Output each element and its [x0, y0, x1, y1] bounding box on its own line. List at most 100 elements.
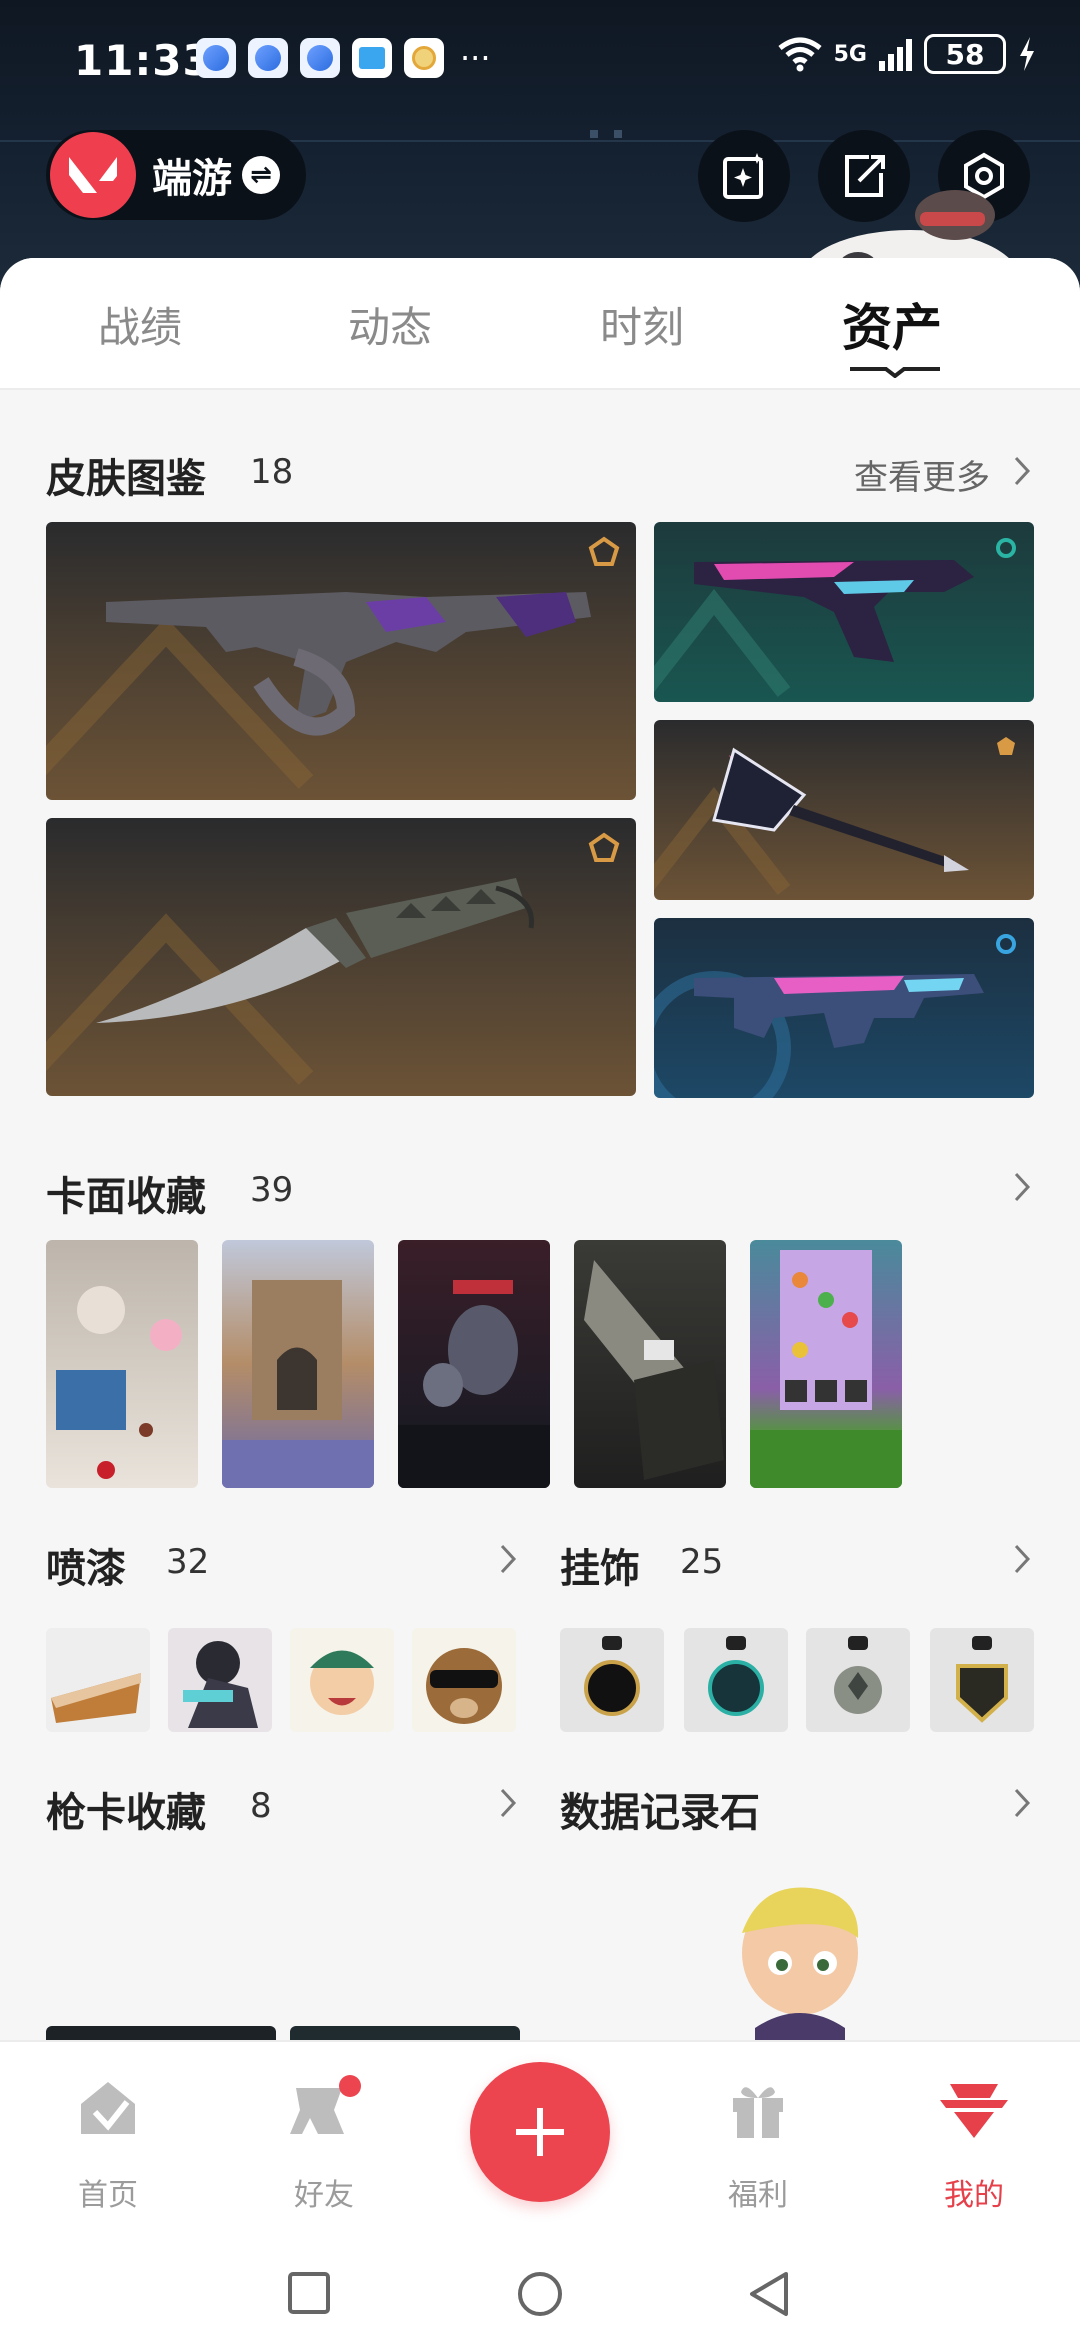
gun-buddy-item[interactable]	[684, 1628, 788, 1732]
melee-skin-image	[654, 747, 969, 895]
player-card[interactable]	[46, 1240, 198, 1488]
gift-icon	[733, 2087, 783, 2138]
valorant-logo-icon	[50, 132, 136, 218]
sparkle-card-icon	[723, 153, 763, 199]
laughing-agent-spray-image	[310, 1650, 374, 1715]
pistol-skin-image	[654, 560, 974, 697]
account-name: 端游	[152, 156, 232, 202]
nav-friends[interactable]	[254, 2074, 394, 2148]
buddy-charm-image	[956, 1636, 1008, 1723]
tab-assets[interactable]: 资产	[842, 288, 942, 360]
knife-skin-image	[46, 878, 535, 1085]
skins-count: 18	[250, 452, 294, 492]
skin-tile-melee[interactable]	[654, 720, 1034, 900]
skin-tile-pistol[interactable]	[654, 522, 1034, 702]
more-notifications-icon: ···	[460, 39, 491, 77]
agent-spray-image	[183, 1641, 258, 1728]
buddy-charm-image	[834, 1636, 882, 1714]
buddy-charm-image	[708, 1636, 764, 1716]
app-notification-icon	[404, 38, 444, 78]
tier-badge-icon	[996, 538, 1016, 558]
data-stone-character-image[interactable]	[720, 1878, 880, 2048]
player-card[interactable]	[750, 1240, 902, 1488]
battery-level: 58	[924, 34, 1006, 74]
signal-icon	[879, 37, 912, 71]
swap-icon: ⇌	[242, 156, 280, 194]
gun-buddy-item[interactable]	[930, 1628, 1034, 1732]
data-stone-section-title: 数据记录石	[560, 1790, 760, 1836]
gun-buddy-item[interactable]	[806, 1628, 910, 1732]
app-notification-icon	[300, 38, 340, 78]
chevron-right-icon[interactable]	[496, 1786, 520, 1820]
book-app-icon	[352, 38, 392, 78]
chevron-right-icon[interactable]	[1010, 1542, 1034, 1576]
gun-buddy-item[interactable]	[560, 1628, 664, 1732]
app-screen: 11:33 ··· 5G 58 端游 ⇌ 战绩 动态 时刻 资产 皮肤图鉴 18…	[0, 0, 1080, 2340]
chevron-right-icon[interactable]	[1010, 454, 1034, 488]
chevron-right-icon[interactable]	[496, 1542, 520, 1576]
highlight-card-button[interactable]	[698, 130, 790, 222]
app-notification-icon	[196, 38, 236, 78]
tier-badge-icon	[588, 832, 620, 862]
profile-agent-icon	[940, 2084, 1008, 2138]
nav-home-label[interactable]: 首页	[38, 2170, 178, 2214]
skins-section-title: 皮肤图鉴	[46, 456, 206, 502]
rifle-skin-image	[46, 592, 591, 789]
gear-card-image	[584, 1260, 724, 1480]
smg-skin-image	[654, 971, 984, 1098]
chevron-right-icon[interactable]	[1010, 1170, 1034, 1204]
nav-friends-label[interactable]: 好友	[254, 2170, 394, 2214]
nav-me[interactable]	[904, 2074, 1044, 2148]
home-icon	[81, 2082, 135, 2134]
tab-feed[interactable]: 动态	[348, 294, 432, 355]
chevron-right-icon[interactable]	[1010, 1786, 1034, 1820]
skins-view-more-link[interactable]: 查看更多	[854, 450, 990, 499]
cards-section-title: 卡面收藏	[46, 1174, 206, 1220]
buddies-section-title: 挂饰	[560, 1546, 640, 1592]
chef-card-image	[56, 1286, 182, 1479]
nav-home[interactable]	[38, 2074, 178, 2148]
network-type: 5G	[833, 41, 867, 67]
player-card[interactable]	[222, 1240, 374, 1488]
skin-tile-knife[interactable]	[46, 818, 636, 1096]
nav-me-label[interactable]: 我的	[904, 2170, 1044, 2214]
sprays-section-title: 喷漆	[46, 1546, 126, 1592]
spray-item[interactable]	[412, 1628, 516, 1732]
wifi-icon	[778, 37, 822, 72]
plush-card-image	[398, 1280, 550, 1488]
player-card[interactable]	[574, 1240, 726, 1488]
tier-badge-icon	[997, 737, 1015, 755]
notification-icons: ···	[196, 38, 491, 78]
create-post-button[interactable]	[470, 2062, 610, 2202]
cards-count: 39	[250, 1170, 294, 1210]
tier-badge-icon	[996, 934, 1016, 954]
bottom-navigation: 首页 好友 福利 我的	[0, 2040, 1080, 2340]
town-card-image	[222, 1280, 374, 1488]
tab-moments[interactable]: 时刻	[600, 294, 684, 355]
tier-badge-icon	[588, 536, 620, 566]
skin-tile-rifle[interactable]	[46, 522, 636, 800]
home-system-button[interactable]	[516, 2270, 564, 2318]
charging-icon	[1020, 37, 1034, 71]
account-switcher[interactable]: 端游 ⇌	[46, 130, 306, 220]
spray-item[interactable]	[46, 1628, 150, 1732]
app-notification-icon	[248, 38, 288, 78]
sprays-count: 32	[166, 1542, 210, 1582]
spray-item[interactable]	[168, 1628, 272, 1732]
buddy-charm-image	[584, 1636, 640, 1716]
nav-benefits-label[interactable]: 福利	[688, 2170, 828, 2214]
skin-tile-smg[interactable]	[654, 918, 1034, 1098]
spray-item[interactable]	[290, 1628, 394, 1732]
back-system-button[interactable]	[746, 2270, 792, 2318]
player-card[interactable]	[398, 1240, 550, 1488]
active-tab-indicator	[850, 367, 940, 378]
nav-benefits[interactable]	[688, 2074, 828, 2148]
tab-stats[interactable]: 战绩	[98, 294, 182, 355]
status-bar: 11:33 ··· 5G 58	[0, 0, 1080, 120]
gun-cards-count: 8	[250, 1786, 272, 1826]
bear-spray-image	[426, 1648, 502, 1724]
gun-cards-section-title: 枪卡收藏	[46, 1790, 206, 1836]
recent-apps-button[interactable]	[286, 2270, 332, 2316]
header-decoration-dots	[590, 130, 650, 144]
pie-spray-image	[51, 1673, 141, 1723]
